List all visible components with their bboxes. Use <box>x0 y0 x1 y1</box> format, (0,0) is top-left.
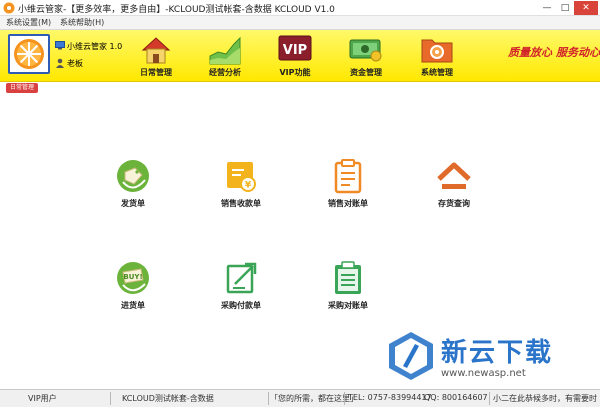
vip-icon: VIP <box>278 35 312 61</box>
status-divider <box>344 392 345 405</box>
sale-tag-icon <box>117 160 149 192</box>
user-name-label: 老板 <box>67 59 83 68</box>
toolbar-system-management[interactable]: 系统管理 <box>407 34 467 80</box>
edit-arrow-icon <box>226 262 257 294</box>
func-label: 存货查询 <box>438 199 470 208</box>
money-icon <box>349 39 382 62</box>
toolbar-business-analysis[interactable]: 经营分析 <box>195 34 255 80</box>
status-bar: VIP用户 KCLOUD测试帐套-含数据 「您的所需，都在这里」 TEL: 07… <box>0 389 600 407</box>
status-divider <box>268 392 269 405</box>
buy-tag-icon: BUY! <box>117 262 149 294</box>
app-orange-icon <box>3 2 15 14</box>
func-label: 销售收款单 <box>221 199 261 208</box>
func-label: 进货单 <box>121 301 145 310</box>
app-version-label: 小维云管家 1.0 <box>67 42 123 51</box>
area-chart-icon <box>209 36 241 65</box>
monitor-icon <box>55 41 65 50</box>
slogan-service: 服务动心 <box>556 46 600 59</box>
tab-daily-management[interactable]: 日常管理 <box>6 83 39 93</box>
status-divider <box>110 392 111 405</box>
watermark-url: www.newasp.net <box>441 368 526 379</box>
house-arrow-icon <box>437 162 471 189</box>
yen-receipt-icon: ¥ <box>227 162 256 192</box>
system-folder-icon <box>421 39 453 63</box>
toolbar-label: 日常管理 <box>140 68 172 77</box>
toolbar-vip-features[interactable]: VIP VIP功能 <box>265 34 325 80</box>
func-purchase-note[interactable]: BUY! 进货单 <box>98 260 168 320</box>
menu-system-help[interactable]: 系统帮助(H) <box>60 17 104 28</box>
func-label: 采购对账单 <box>328 301 368 310</box>
watermark: 新云下载 www.newasp.net <box>385 330 600 390</box>
window-title: 小维云管家-【更多效率，更多自由】-KCLOUD测试帐套-含数据 KCLOUD … <box>18 5 335 15</box>
func-inventory-query[interactable]: 存货查询 <box>419 158 489 218</box>
status-user-type: VIP用户 <box>28 394 57 403</box>
clipboard-icon <box>334 159 362 194</box>
house-icon <box>141 37 171 64</box>
main-toolbar: 小维云管家 1.0 老板 日常管理 经营分析 VIP VIP功能 资金管理 系统… <box>0 30 600 82</box>
maximize-button[interactable]: □ <box>556 1 574 15</box>
watermark-text: 新云下载 <box>441 338 554 368</box>
func-delivery-note[interactable]: 发货单 <box>98 158 168 218</box>
menu-bar: 系统设置(M) 系统帮助(H) <box>0 16 600 30</box>
toolbar-label: VIP功能 <box>279 68 311 77</box>
status-ticker: 小二在此恭候多时，有需要时 <box>493 394 597 403</box>
status-qq: QQ: 800164607 <box>424 393 488 402</box>
toolbar-fund-management[interactable]: 资金管理 <box>336 34 396 80</box>
svg-text:VIP: VIP <box>283 43 307 58</box>
toolbar-daily-management[interactable]: 日常管理 <box>126 34 186 80</box>
orange-logo-icon <box>14 39 44 69</box>
status-account: KCLOUD测试帐套-含数据 <box>122 394 214 403</box>
close-button[interactable]: ✕ <box>574 1 598 15</box>
func-label: 销售对账单 <box>328 199 368 208</box>
user-icon <box>56 58 64 68</box>
menu-system-settings[interactable]: 系统设置(M) <box>6 17 51 28</box>
status-divider <box>489 392 490 405</box>
slogan-quality: 质量放心 <box>508 46 552 59</box>
func-label: 发货单 <box>121 199 145 208</box>
status-tel: TEL: 0757-83994417 <box>348 393 432 402</box>
checklist-icon <box>335 261 361 294</box>
minimize-button[interactable]: — <box>538 1 556 15</box>
title-bar: 小维云管家-【更多效率，更多自由】-KCLOUD测试帐套-含数据 KCLOUD … <box>0 0 600 16</box>
watermark-logo-icon <box>389 332 433 380</box>
func-purchase-statement[interactable]: 采购对账单 <box>313 260 383 320</box>
svg-text:¥: ¥ <box>245 181 252 191</box>
toolbar-label: 经营分析 <box>209 68 241 77</box>
func-purchase-payment[interactable]: 采购付款单 <box>206 260 276 320</box>
toolbar-label: 系统管理 <box>421 68 453 77</box>
toolbar-label: 资金管理 <box>350 68 382 77</box>
func-label: 采购付款单 <box>221 301 261 310</box>
svg-text:BUY!: BUY! <box>123 273 142 281</box>
func-sales-statement[interactable]: 销售对账单 <box>313 158 383 218</box>
app-logo <box>8 34 50 74</box>
func-sales-receipt[interactable]: ¥ 销售收款单 <box>206 158 276 218</box>
